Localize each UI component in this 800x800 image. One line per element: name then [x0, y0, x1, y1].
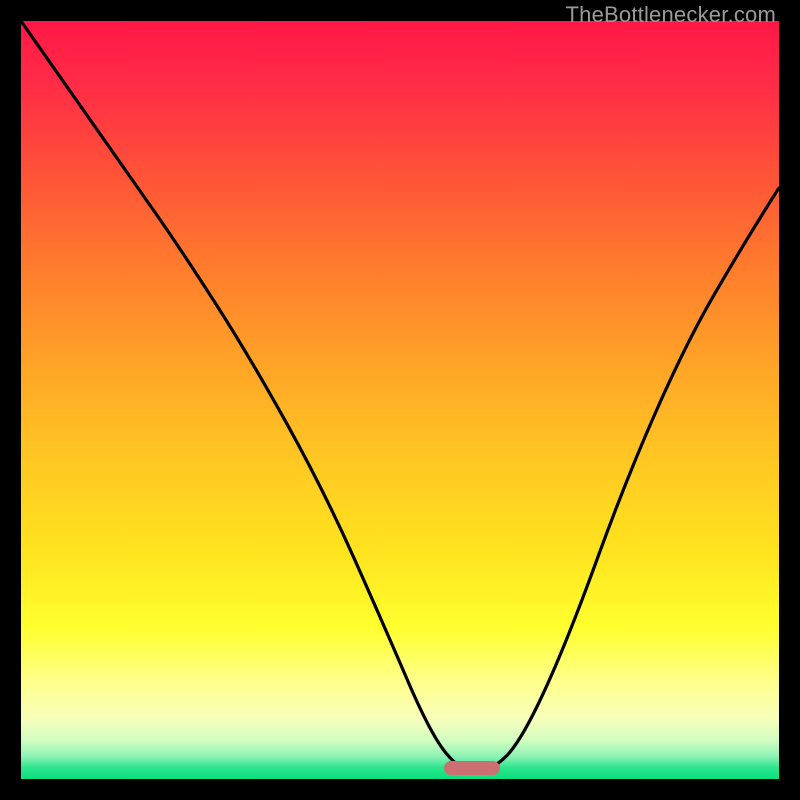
optimal-marker — [444, 761, 501, 775]
bottleneck-curve — [21, 21, 779, 779]
plot-area — [21, 21, 779, 779]
attribution-text: TheBottlenecker.com — [566, 2, 776, 28]
chart-frame: TheBottlenecker.com — [0, 0, 800, 800]
